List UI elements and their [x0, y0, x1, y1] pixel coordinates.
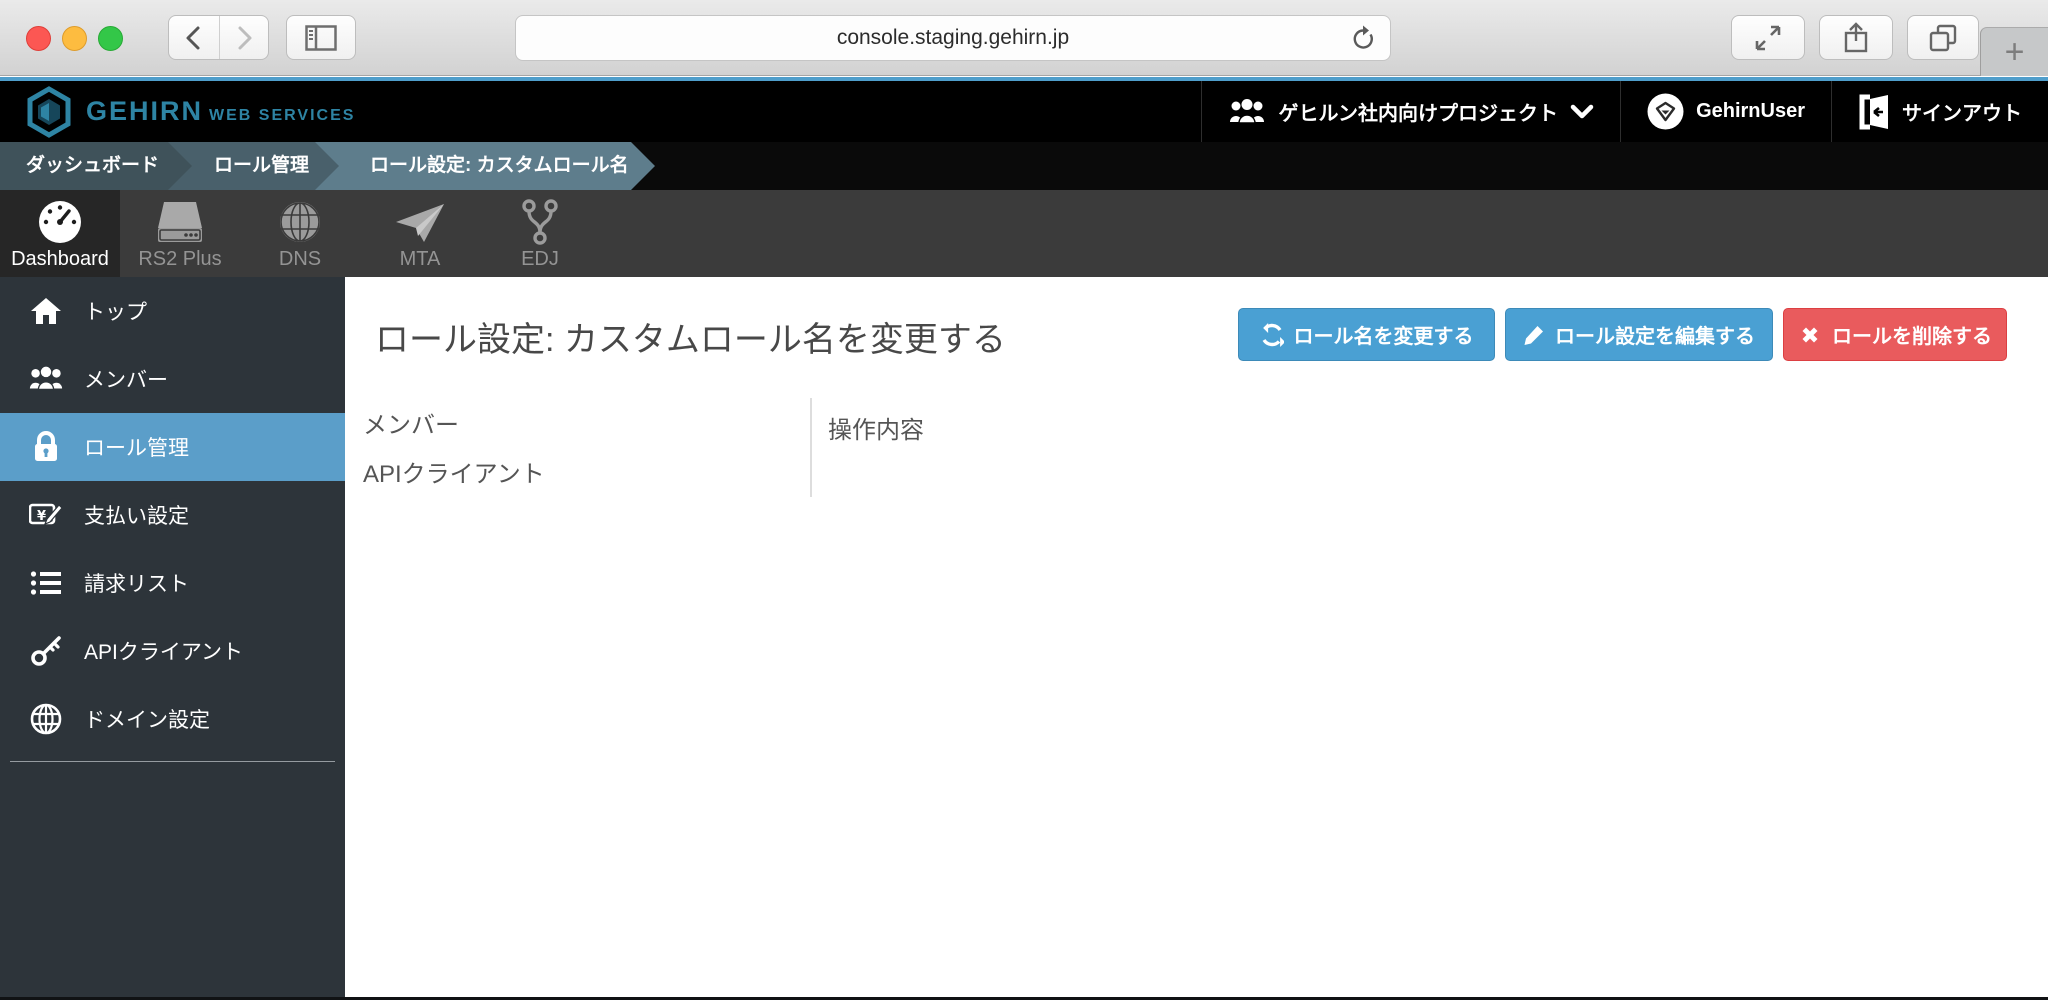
signout-label: サインアウト — [1902, 103, 2022, 125]
project-name: ゲヒルン社内向けプロジェクト — [1278, 103, 1559, 125]
service-dashboard[interactable]: Dashboard — [0, 190, 120, 277]
tabs-icon — [1929, 24, 1957, 51]
chevron-down-icon — [1570, 104, 1594, 118]
forward-button[interactable] — [218, 16, 269, 59]
operations-column-header: 操作内容 — [828, 417, 924, 444]
fullscreen-icon — [1755, 25, 1781, 50]
paper-plane-icon — [394, 196, 446, 246]
screen: console.staging.gehirn.jp + GEHIRN WEB S… — [0, 0, 2048, 1000]
globe-icon — [276, 196, 324, 246]
plus-icon: + — [2004, 32, 2025, 71]
globe-icon — [28, 703, 64, 735]
sidebar-item-label: メンバー — [84, 369, 168, 392]
sidebar-item-payment-settings[interactable]: ¥ 支払い設定 — [0, 481, 345, 549]
users-icon — [1230, 98, 1265, 124]
brand-logo[interactable]: GEHIRN WEB SERVICES — [0, 85, 356, 138]
permission-target-column: メンバー APIクライアント — [363, 398, 810, 497]
service-label: DNS — [278, 248, 322, 270]
button-label: ロール設定を編集する — [1555, 326, 1755, 348]
user-avatar-icon — [1647, 93, 1684, 130]
rename-role-button[interactable]: ロール名を変更する — [1238, 308, 1495, 361]
chevron-right-icon — [238, 26, 252, 49]
window-zoom-button[interactable] — [98, 26, 123, 51]
pencil-icon — [1524, 325, 1543, 345]
tab-overview-button[interactable] — [1907, 15, 1979, 60]
window-minimize-button[interactable] — [62, 26, 87, 51]
sidebar-item-label: 請求リスト — [84, 573, 189, 596]
reload-icon — [1353, 25, 1373, 49]
history-nav-group — [168, 15, 269, 60]
breadcrumb: ダッシュボード ロール管理 ロール設定: カスタムロール名 — [0, 142, 2048, 190]
sidebar-icon — [305, 24, 337, 51]
sidebar-item-billing-list[interactable]: 請求リスト — [0, 549, 345, 617]
payment-icon: ¥ — [28, 499, 64, 531]
brand-suffix: WEB SERVICES — [209, 107, 356, 124]
browser-toolbar: console.staging.gehirn.jp + — [0, 0, 2048, 76]
users-icon — [28, 365, 64, 393]
delete-role-button[interactable]: ロールを削除する — [1783, 308, 2007, 361]
lock-icon — [28, 430, 64, 464]
permission-row-members: メンバー — [363, 412, 459, 439]
sidebar-item-label: APIクライアント — [84, 641, 244, 664]
key-icon — [28, 635, 64, 667]
sidebar-toggle-button[interactable] — [286, 15, 356, 60]
new-tab-button[interactable]: + — [1980, 27, 2048, 76]
gehirn-hexagon-icon — [27, 85, 71, 138]
url-text: console.staging.gehirn.jp — [836, 26, 1070, 49]
sidebar-divider — [10, 761, 335, 762]
breadcrumb-dashboard[interactable]: ダッシュボード — [0, 142, 192, 190]
sidebar-item-label: 支払い設定 — [84, 505, 189, 528]
app-header: GEHIRN WEB SERVICES ゲヒルン社内向けプロジェクト Gehir… — [0, 81, 2048, 142]
sidebar-item-label: ロール管理 — [84, 437, 189, 460]
action-button-row: ロール名を変更する ロール設定を編集する ロールを削除する — [0, 308, 2007, 361]
address-bar[interactable]: console.staging.gehirn.jp — [515, 15, 1391, 61]
user-menu[interactable]: GehirnUser — [1620, 81, 1831, 142]
service-rs2plus[interactable]: RS2 Plus — [120, 190, 240, 277]
breadcrumb-role-management[interactable]: ロール管理 — [168, 142, 339, 190]
back-button[interactable] — [169, 16, 219, 59]
button-label: ロール名を変更する — [1293, 326, 1474, 348]
gauge-icon — [36, 196, 84, 246]
share-icon — [1844, 21, 1868, 52]
permission-table: メンバー APIクライアント 操作内容 — [363, 398, 924, 497]
service-edj[interactable]: EDJ — [480, 190, 600, 277]
button-label: ロールを削除する — [1832, 326, 1992, 348]
sidebar-item-domain-settings[interactable]: ドメイン設定 — [0, 685, 345, 753]
fullscreen-button[interactable] — [1731, 15, 1805, 60]
user-name: GehirnUser — [1696, 100, 1805, 122]
sidebar-item-api-clients[interactable]: APIクライアント — [0, 617, 345, 685]
edit-role-settings-button[interactable]: ロール設定を編集する — [1505, 308, 1773, 361]
sync-icon — [1262, 322, 1284, 347]
sidebar-item-label: ドメイン設定 — [84, 709, 210, 732]
list-icon — [28, 569, 64, 597]
service-mta[interactable]: MTA — [360, 190, 480, 277]
window-close-button[interactable] — [26, 26, 51, 51]
service-label: EDJ — [521, 248, 559, 270]
x-icon — [1802, 327, 1818, 342]
breadcrumb-role-settings[interactable]: ロール設定: カスタムロール名 — [315, 142, 655, 190]
service-label: Dashboard — [11, 248, 109, 270]
chevron-left-icon — [186, 26, 200, 49]
header-right-group: ゲヒルン社内向けプロジェクト GehirnUser サインアウト — [1201, 81, 2048, 142]
project-selector[interactable]: ゲヒルン社内向けプロジェクト — [1201, 81, 1620, 142]
git-branch-icon — [519, 196, 561, 246]
brand-name: GEHIRN — [86, 96, 204, 126]
service-dns[interactable]: DNS — [240, 190, 360, 277]
reload-button[interactable] — [1350, 24, 1376, 54]
services-nav: Dashboard RS2 Plus DNS MTA EDJ — [0, 190, 2048, 277]
service-label: RS2 Plus — [138, 248, 222, 270]
share-button[interactable] — [1819, 15, 1893, 60]
sidebar: トップ メンバー ロール管理 ¥ 支払い設定 請求リスト APIクライアント ド… — [0, 277, 345, 1000]
sidebar-item-role-management[interactable]: ロール管理 — [0, 413, 345, 481]
svg-text:¥: ¥ — [37, 509, 46, 524]
service-label: MTA — [399, 248, 441, 270]
signout-icon — [1859, 94, 1888, 129]
signout-button[interactable]: サインアウト — [1831, 81, 2048, 142]
server-icon — [154, 196, 206, 246]
permission-row-api-clients: APIクライアント — [363, 461, 545, 488]
